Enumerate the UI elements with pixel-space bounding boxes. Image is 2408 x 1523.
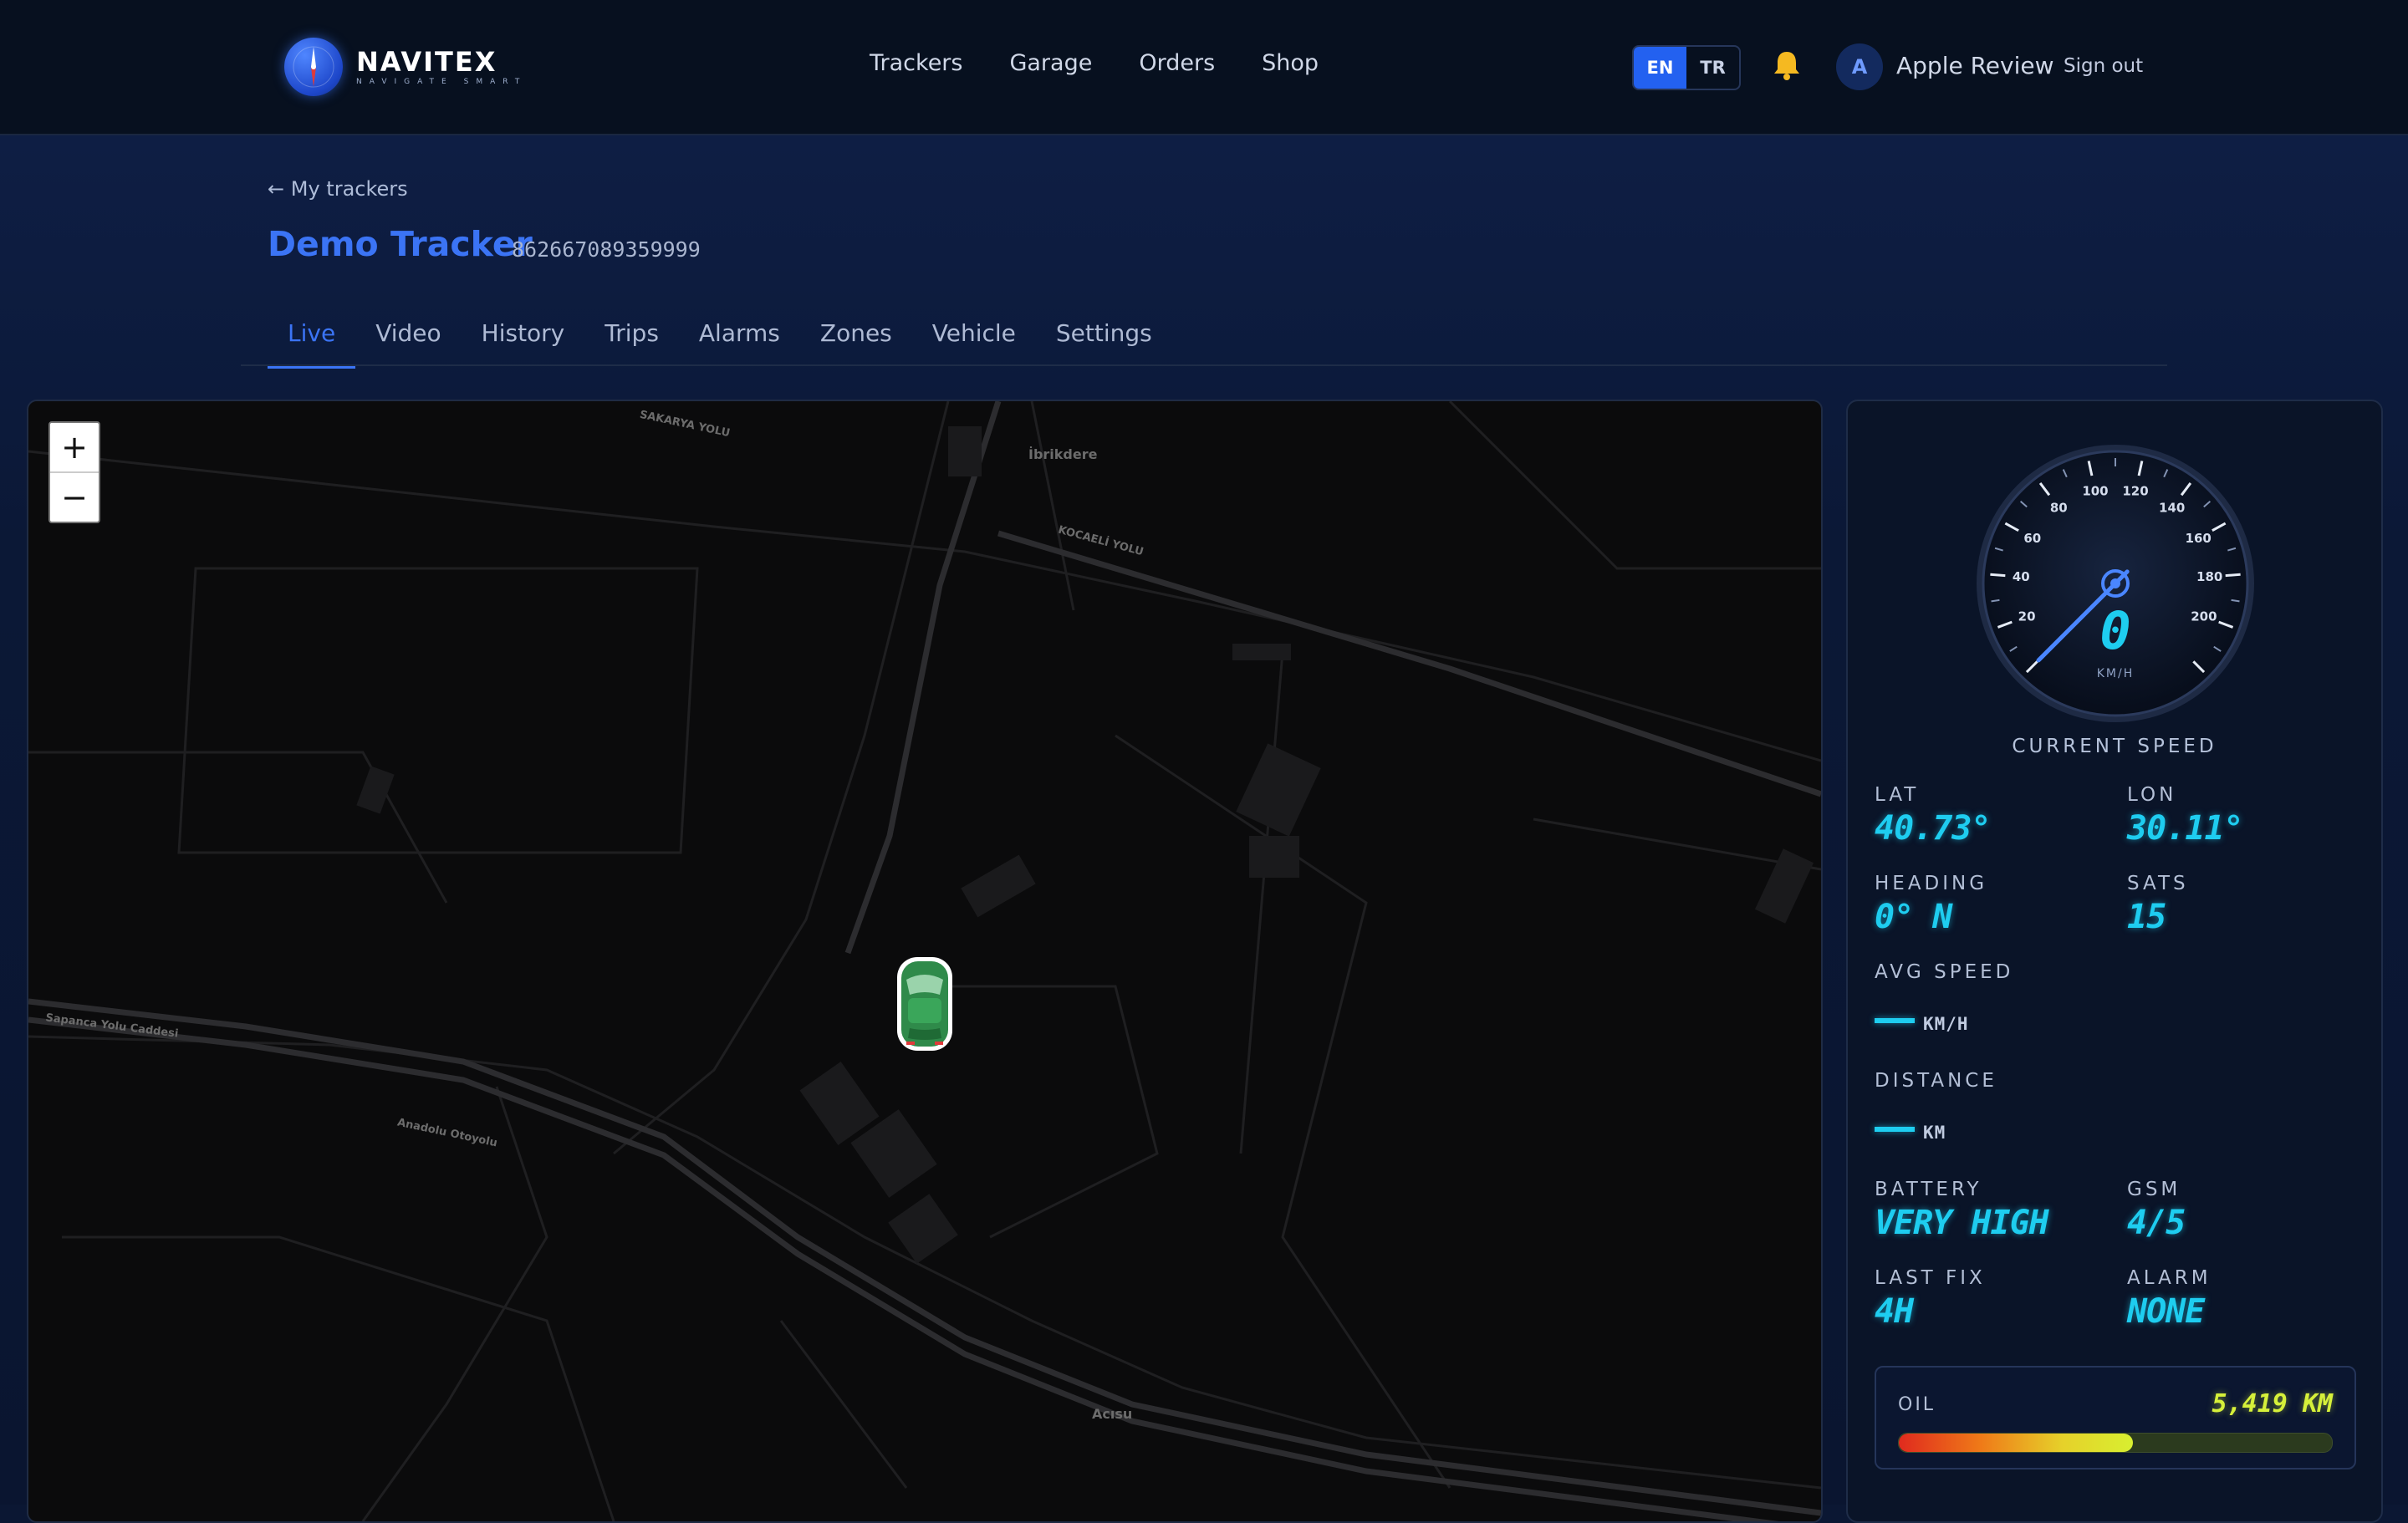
tracker-imei: 862667089359999 bbox=[512, 237, 701, 262]
sats-stat: SATS 15 bbox=[2127, 873, 2189, 936]
last-fix-stat: LAST FIX 4H bbox=[1875, 1267, 1986, 1331]
tab-divider bbox=[241, 364, 2167, 366]
oil-card: OIL 5,419 KM bbox=[1875, 1366, 2356, 1470]
lang-en-button[interactable]: EN bbox=[1634, 47, 1686, 89]
sats-label: SATS bbox=[2127, 873, 2189, 894]
heading-value: 0° N bbox=[1875, 898, 1952, 936]
heading-stat: HEADING 0° N bbox=[1875, 873, 1987, 936]
oil-value: 5,419 KM bbox=[2212, 1389, 2334, 1419]
back-label: My trackers bbox=[290, 177, 408, 201]
top-bar: NAVITEX NAVIGATE SMART Trackers Garage O… bbox=[0, 0, 2408, 135]
nav-shop[interactable]: Shop bbox=[1262, 50, 1319, 76]
avg-speed-label: AVG SPEED bbox=[1875, 961, 2014, 983]
back-to-trackers-link[interactable]: ← My trackers bbox=[268, 177, 408, 201]
speedometer-tick-label: 80 bbox=[2050, 501, 2068, 516]
speedometer-tick bbox=[2225, 573, 2241, 578]
zoom-out-button[interactable]: − bbox=[50, 473, 99, 522]
map-label-ibrikdere: İbrikdere bbox=[1028, 446, 1098, 462]
lon-label: LON bbox=[2127, 784, 2177, 806]
speedometer-tick-label: 100 bbox=[2082, 484, 2108, 499]
oil-level-fill bbox=[1899, 1434, 2133, 1452]
gsm-stat: GSM 4/5 bbox=[2127, 1179, 2186, 1242]
oil-label: OIL bbox=[1898, 1394, 1936, 1415]
tab-settings[interactable]: Settings bbox=[1036, 309, 1172, 369]
speedometer-value: 0 bbox=[2099, 600, 2130, 661]
language-switcher: EN TR bbox=[1632, 45, 1741, 90]
brand-tagline: NAVIGATE SMART bbox=[356, 78, 528, 86]
alarm-stat: ALARM NONE bbox=[2127, 1267, 2212, 1331]
distance-unit: KM bbox=[1923, 1123, 1946, 1143]
brand-name: NAVITEX bbox=[356, 46, 497, 78]
nav-garage[interactable]: Garage bbox=[1009, 50, 1092, 76]
main-nav: Trackers Garage Orders Shop bbox=[870, 50, 1319, 76]
last-fix-label: LAST FIX bbox=[1875, 1267, 1986, 1289]
lon-value: 30.11° bbox=[2127, 809, 2243, 848]
battery-label: BATTERY bbox=[1875, 1179, 1982, 1200]
speedometer-tick-label: 60 bbox=[2023, 531, 2041, 546]
alarm-label: ALARM bbox=[2127, 1267, 2212, 1289]
speedometer-tick-label: 160 bbox=[2186, 531, 2212, 546]
sats-value: 15 bbox=[2127, 898, 2166, 936]
speedometer-tick bbox=[1990, 573, 2006, 578]
speedometer-tick-label: 40 bbox=[2013, 569, 2030, 584]
lat-value: 40.73° bbox=[1875, 809, 1991, 848]
tab-video[interactable]: Video bbox=[355, 309, 461, 369]
avg-speed-stat: AVG SPEED KM/H bbox=[1875, 961, 2013, 1038]
arrow-left-icon: ← bbox=[268, 177, 285, 201]
tab-live[interactable]: Live bbox=[268, 309, 356, 369]
oil-level-bar bbox=[1898, 1433, 2333, 1453]
gsm-label: GSM bbox=[2127, 1179, 2181, 1200]
distance-label: DISTANCE bbox=[1875, 1070, 1997, 1092]
avg-speed-empty-dash bbox=[1875, 1018, 1915, 1023]
compass-icon bbox=[284, 38, 343, 96]
tab-bar: Live Video History Trips Alarms Zones Ve… bbox=[268, 309, 1172, 369]
speedometer-tick-label: 120 bbox=[2122, 484, 2148, 499]
notification-bell-icon[interactable] bbox=[1771, 48, 1803, 82]
user-name[interactable]: Apple Review bbox=[1896, 52, 2054, 79]
avg-speed-unit: KM/H bbox=[1923, 1014, 1969, 1034]
sign-out-button[interactable]: Sign out bbox=[2064, 55, 2143, 77]
brand-logo[interactable]: NAVITEX NAVIGATE SMART bbox=[284, 37, 527, 97]
heading-label: HEADING bbox=[1875, 873, 1988, 894]
gsm-value: 4/5 bbox=[2127, 1204, 2186, 1242]
lat-label: LAT bbox=[1875, 784, 1920, 806]
live-map[interactable]: İbrikdere Acısu SAKARYA YOLU KOCAELİ YOL… bbox=[27, 400, 1823, 1523]
current-speed-caption: CURRENT SPEED bbox=[2012, 736, 2217, 757]
speedometer-gauge: 20 40 60 80 100 120 140160 180 200 0 KM/H bbox=[1977, 445, 2254, 722]
tab-history[interactable]: History bbox=[462, 309, 585, 369]
tab-zones[interactable]: Zones bbox=[800, 309, 912, 369]
battery-stat: BATTERY VERY HIGH bbox=[1875, 1179, 2049, 1242]
alarm-value: NONE bbox=[2127, 1292, 2205, 1331]
lon-stat: LON 30.11° bbox=[2127, 784, 2243, 848]
speedometer-tick-label: 180 bbox=[2196, 569, 2222, 584]
speedometer-tick bbox=[2231, 599, 2240, 603]
battery-value: VERY HIGH bbox=[1875, 1204, 2049, 1242]
tab-alarms[interactable]: Alarms bbox=[679, 309, 800, 369]
speedometer-tick-label: 20 bbox=[2018, 609, 2036, 624]
nav-orders[interactable]: Orders bbox=[1139, 50, 1215, 76]
speedometer-tick-label: 200 bbox=[2191, 609, 2217, 624]
zoom-in-button[interactable]: + bbox=[50, 423, 99, 473]
tab-trips[interactable]: Trips bbox=[584, 309, 679, 369]
page-title: Demo Tracker bbox=[268, 224, 533, 264]
last-fix-value: 4H bbox=[1875, 1292, 1914, 1331]
avatar[interactable]: A bbox=[1836, 43, 1883, 90]
speedometer-tick-label: 140 bbox=[2159, 501, 2185, 516]
distance-empty-dash bbox=[1875, 1127, 1915, 1132]
map-zoom-control: + − bbox=[48, 421, 100, 523]
speedometer-unit: KM/H bbox=[2097, 667, 2135, 680]
speedometer-tick bbox=[1991, 599, 2000, 603]
telemetry-panel: 20 40 60 80 100 120 140 160 180 200 0 KM/H CURREN… bbox=[1846, 400, 2383, 1523]
tab-vehicle[interactable]: Vehicle bbox=[912, 309, 1036, 369]
map-label-acisu: Acısu bbox=[1092, 1406, 1133, 1422]
nav-trackers[interactable]: Trackers bbox=[870, 50, 962, 76]
vehicle-marker-icon[interactable] bbox=[895, 955, 955, 1057]
distance-stat: DISTANCE KM bbox=[1875, 1070, 1997, 1147]
lang-tr-button[interactable]: TR bbox=[1686, 47, 1739, 89]
lat-stat: LAT 40.73° bbox=[1875, 784, 1991, 848]
